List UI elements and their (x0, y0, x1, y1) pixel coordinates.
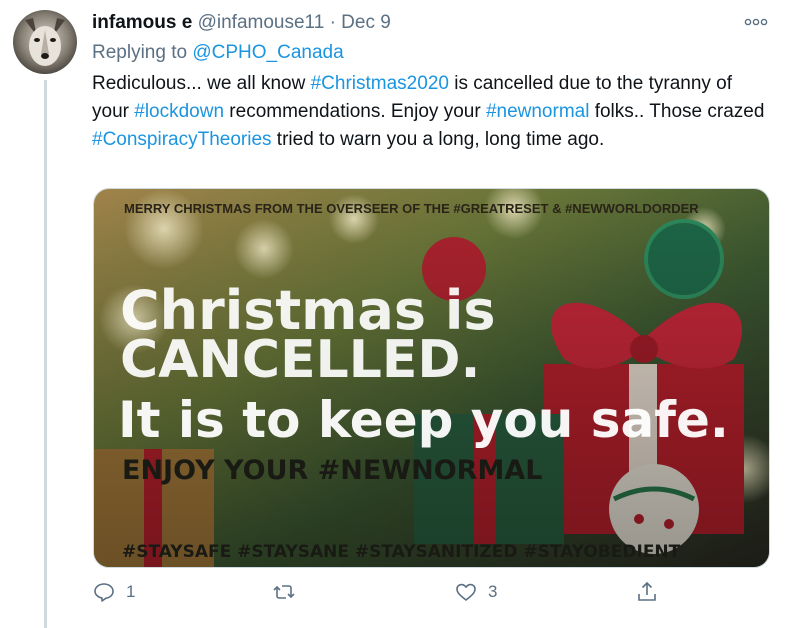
more-horizontal-icon (744, 18, 768, 26)
separator-dot: · (329, 12, 336, 33)
tweet-text: Rediculous... we all know #Christmas2020… (92, 70, 772, 154)
replying-prefix: Replying to (92, 42, 188, 63)
like-icon (456, 583, 476, 601)
reply-button[interactable]: 1 (92, 580, 135, 604)
hashtag-christmas2020[interactable]: #Christmas2020 (311, 73, 449, 94)
user-handle[interactable]: @infamouse11 (198, 12, 325, 33)
hashtag-conspiracytheories[interactable]: #ConspiracyTheories (92, 129, 272, 150)
christmas-cancelled-image: MERRY CHRISTMAS FROM THE OVERSEER OF THE… (94, 189, 769, 567)
image-subtitle: ENJOY YOUR #NEWNORMAL (122, 455, 542, 486)
tweet-text-part: folks.. Those crazed (589, 101, 765, 122)
share-button[interactable] (635, 580, 659, 604)
image-title-line3: It is to keep you safe. (118, 391, 729, 449)
image-title-line2: CANCELLED. (120, 330, 480, 390)
like-count: 3 (488, 582, 498, 601)
tweet-date[interactable]: Dec 9 (341, 12, 391, 33)
replying-to-link[interactable]: @CPHO_Canada (192, 42, 343, 63)
more-options-button[interactable] (744, 14, 768, 32)
tweet-text-part: Rediculous... we all know (92, 73, 311, 94)
tweet-header: infamous e @infamouse11 · Dec 9 (92, 12, 391, 34)
wolf-avatar-image (13, 10, 77, 74)
tweet-actions: 1 3 (92, 580, 692, 612)
image-top-caption: MERRY CHRISTMAS FROM THE OVERSEER OF THE… (124, 201, 699, 216)
tweet-text-part: recommendations. Enjoy your (224, 101, 486, 122)
replying-to-line: Replying to @CPHO_Canada (92, 42, 344, 64)
image-bottom-caption: #STAYSAFE #STAYSANE #STAYSANITIZED #STAY… (122, 542, 681, 562)
reply-count: 1 (126, 582, 136, 601)
hashtag-newnormal[interactable]: #newnormal (486, 101, 590, 122)
share-icon (638, 581, 656, 601)
like-button[interactable]: 3 (454, 580, 497, 604)
tweet-text-part: tried to warn you a long, long time ago. (271, 129, 605, 150)
reply-icon (94, 583, 114, 602)
display-name[interactable]: infamous e (92, 12, 192, 33)
hashtag-lockdown[interactable]: #lockdown (134, 101, 224, 122)
retweet-icon (273, 585, 295, 599)
avatar[interactable] (13, 10, 77, 74)
thread-line (44, 80, 47, 628)
retweet-button[interactable] (272, 580, 306, 604)
tweet-media-image[interactable]: MERRY CHRISTMAS FROM THE OVERSEER OF THE… (93, 188, 770, 568)
